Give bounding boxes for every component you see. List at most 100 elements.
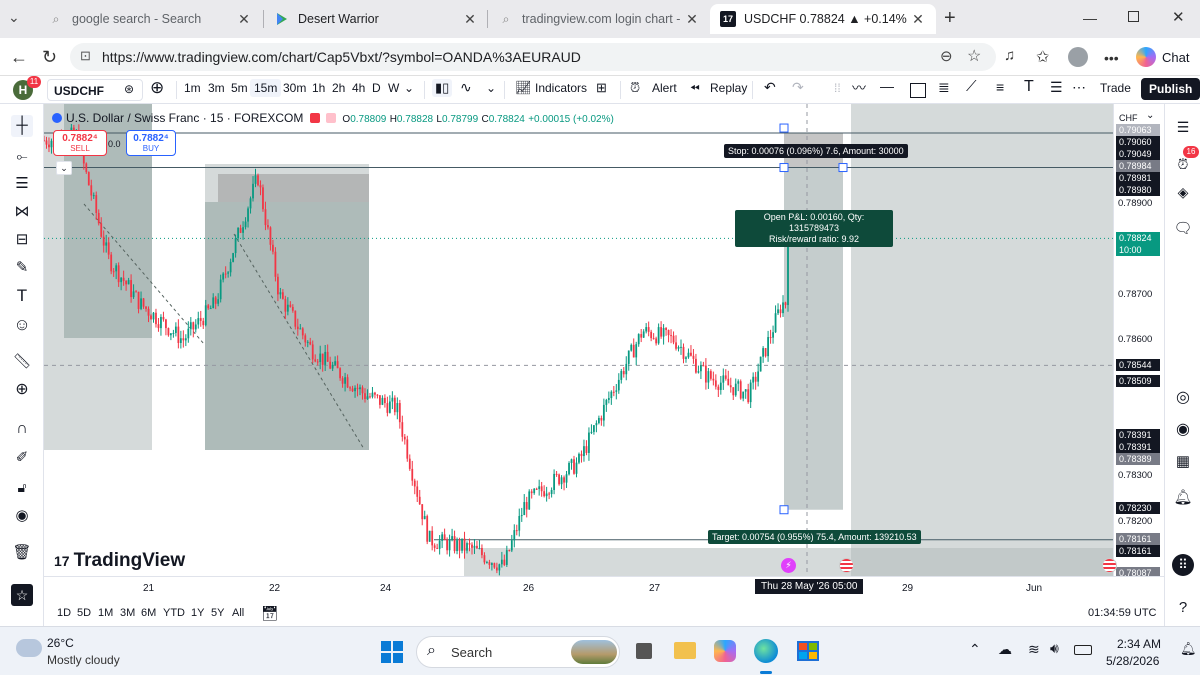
watchlist-icon[interactable]: ☰ bbox=[1172, 116, 1194, 138]
interval-4h[interactable]: 4h bbox=[352, 81, 365, 95]
more-menu-icon[interactable]: ••• bbox=[1104, 50, 1119, 66]
browser-tab-google-search[interactable]: ⌕ google search - Search ✕ bbox=[38, 4, 262, 34]
brush-tool-icon[interactable]: ✎ bbox=[11, 256, 33, 278]
currency-dropdown-icon[interactable]: ⌄ bbox=[1146, 110, 1154, 121]
layers-icon[interactable]: ◈ bbox=[1172, 181, 1194, 203]
tray-app-icon[interactable]: ☁︎ bbox=[998, 641, 1012, 658]
event-lightning-icon[interactable]: ⚡︎ bbox=[781, 558, 796, 573]
interval-w[interactable]: W bbox=[388, 81, 399, 95]
browser-tab-desert-warrior[interactable]: Desert Warrior ✕ bbox=[264, 4, 488, 34]
range-button-all[interactable]: All bbox=[232, 607, 244, 619]
favorite-star-icon[interactable]: ☆ bbox=[967, 46, 981, 66]
browser-tab-tv-login-search[interactable]: ⌕ tradingview.com login chart - Search ✕ bbox=[488, 4, 710, 34]
line-chart-icon[interactable]: ∿ bbox=[460, 79, 472, 96]
copilot-icon[interactable] bbox=[1136, 47, 1156, 67]
tab-actions-button[interactable]: ⌄ bbox=[8, 9, 28, 29]
parallel-channel-icon[interactable]: ≡ bbox=[996, 79, 1004, 95]
publish-button[interactable]: Publish bbox=[1141, 78, 1200, 100]
lock-pencil-icon[interactable]: ✐ bbox=[11, 446, 33, 468]
lock-icon[interactable]: 🔓︎ bbox=[11, 476, 33, 498]
restore-icon[interactable] bbox=[1128, 11, 1139, 22]
sell-button[interactable]: 0.7882⁴ SELL bbox=[53, 130, 107, 156]
interval-1m[interactable]: 1m bbox=[184, 81, 201, 95]
help-icon[interactable]: ? bbox=[1172, 596, 1194, 618]
interval-15m[interactable]: 15m bbox=[250, 79, 282, 97]
price-chart[interactable] bbox=[44, 104, 1113, 576]
chart-style-dropdown-icon[interactable]: ⌄ bbox=[486, 81, 496, 95]
copilot-chat-label[interactable]: Chat bbox=[1162, 50, 1189, 65]
taskbar-search-box[interactable]: ⌕ Search bbox=[416, 636, 620, 668]
favorites-icon[interactable]: ✩ bbox=[1036, 47, 1049, 67]
range-button-ytd[interactable]: YTD bbox=[163, 607, 185, 619]
hide-drawings-icon[interactable]: ◉ bbox=[11, 504, 33, 526]
interval-dropdown-icon[interactable]: ⌄ bbox=[404, 81, 414, 95]
volume-icon[interactable]: 🔊︎ bbox=[1050, 640, 1059, 657]
store-icon[interactable] bbox=[797, 641, 819, 661]
range-button-6m[interactable]: 6M bbox=[141, 607, 156, 619]
trend-line-tool-icon[interactable]: 〰 bbox=[852, 78, 866, 98]
interval-3m[interactable]: 3m bbox=[208, 81, 225, 95]
prediction-tool-icon[interactable]: ⊟ bbox=[11, 228, 33, 250]
fib-retracement-icon[interactable]: ☰ bbox=[11, 172, 33, 194]
copilot-taskbar-icon[interactable] bbox=[714, 640, 736, 662]
legend-collapse-icon[interactable]: ⌄ bbox=[56, 161, 72, 175]
range-button-1d[interactable]: 1D bbox=[57, 607, 71, 619]
close-icon[interactable]: ✕ bbox=[910, 11, 926, 28]
undo-icon[interactable]: ↶ bbox=[764, 79, 776, 96]
text-tool-icon[interactable]: T bbox=[1024, 78, 1034, 96]
interval-30m[interactable]: 30m bbox=[283, 81, 306, 95]
trash-icon[interactable]: 🗑︎ bbox=[11, 541, 33, 563]
interval-1h[interactable]: 1h bbox=[312, 81, 325, 95]
minimize-icon[interactable]: — bbox=[1083, 10, 1097, 26]
range-button-3m[interactable]: 3M bbox=[120, 607, 135, 619]
profile-avatar[interactable] bbox=[1068, 47, 1088, 67]
trade-button[interactable]: Trade bbox=[1100, 81, 1131, 95]
range-button-1y[interactable]: 1Y bbox=[191, 607, 204, 619]
refresh-icon[interactable]: ↻ bbox=[42, 47, 57, 68]
extensions-icon[interactable]: ♫ bbox=[1004, 47, 1015, 64]
text-tool-icon[interactable]: T bbox=[11, 285, 33, 307]
emoji-tool-icon[interactable]: ☺ bbox=[11, 314, 33, 336]
close-icon[interactable]: ✕ bbox=[236, 11, 252, 28]
interval-5m[interactable]: 5m bbox=[231, 81, 248, 95]
file-explorer-icon[interactable] bbox=[674, 642, 696, 659]
chat-icon[interactable]: 🗨︎ bbox=[1172, 217, 1194, 239]
ray-tool-icon[interactable]: ⟋ bbox=[966, 78, 977, 95]
crosshair-tool-icon[interactable]: ┼ bbox=[11, 115, 33, 137]
close-window-icon[interactable]: ✕ bbox=[1172, 8, 1185, 26]
close-icon[interactable]: ✕ bbox=[684, 11, 700, 28]
currency-label[interactable]: CHF bbox=[1119, 113, 1138, 123]
interval-2h[interactable]: 2h bbox=[332, 81, 345, 95]
utc-clock[interactable]: 01:34:59 UTC bbox=[1088, 607, 1156, 619]
redo-icon[interactable]: ↷ bbox=[792, 79, 804, 96]
weather-desc[interactable]: Mostly cloudy bbox=[47, 653, 120, 667]
site-info-icon[interactable]: ⊡ bbox=[80, 48, 91, 64]
symbol-search[interactable]: USDCHF ⊛ bbox=[47, 79, 143, 101]
candles-type-icon[interactable]: ▮▯ bbox=[432, 79, 453, 97]
range-button-5d[interactable]: 5D bbox=[77, 607, 91, 619]
indicators-button[interactable]: Indicators bbox=[535, 81, 587, 95]
pattern-tool-icon[interactable]: ⋈ bbox=[11, 200, 33, 222]
replay-button[interactable]: Replay bbox=[710, 81, 747, 95]
replay-icon[interactable]: ⏪︎ bbox=[690, 81, 700, 96]
magnet-icon[interactable]: ∩ bbox=[11, 418, 33, 440]
taskbar-time[interactable]: 2:34 AM bbox=[1117, 637, 1161, 651]
buy-button[interactable]: 0.7882⁴ BUY bbox=[126, 130, 176, 156]
notifications-icon[interactable]: 🔔︎ bbox=[1172, 486, 1194, 508]
layouts-grid-icon[interactable]: ⊞ bbox=[596, 80, 607, 96]
edge-browser-icon[interactable] bbox=[754, 639, 778, 663]
interval-d[interactable]: D bbox=[372, 81, 381, 95]
us-flag-event-icon[interactable] bbox=[839, 558, 854, 573]
new-tab-button[interactable]: + bbox=[944, 7, 956, 30]
price-axis[interactable]: CHF ⌄ 0.78900 0.78700 0.78600 0.78300 0.7820… bbox=[1102, 104, 1164, 594]
add-symbol-icon[interactable]: ⊕ bbox=[150, 78, 164, 98]
range-button-5y[interactable]: 5Y bbox=[211, 607, 224, 619]
date-range-icon[interactable]: 📅︎ bbox=[261, 605, 279, 622]
range-button-1m[interactable]: 1M bbox=[98, 607, 113, 619]
zoom-icon[interactable]: ⊖ bbox=[940, 47, 953, 65]
alert-icon[interactable]: ⏰︎ bbox=[630, 80, 640, 96]
browser-tab-usdchf[interactable]: 17 USDCHF 0.78824 ▲ +0.14% Unnamed ✕ bbox=[710, 4, 936, 34]
favorites-star-icon[interactable]: ☆ bbox=[11, 584, 33, 606]
weather-temp[interactable]: 26°C bbox=[47, 636, 74, 650]
drag-handle-icon[interactable]: ⁞⁞ bbox=[834, 81, 841, 95]
